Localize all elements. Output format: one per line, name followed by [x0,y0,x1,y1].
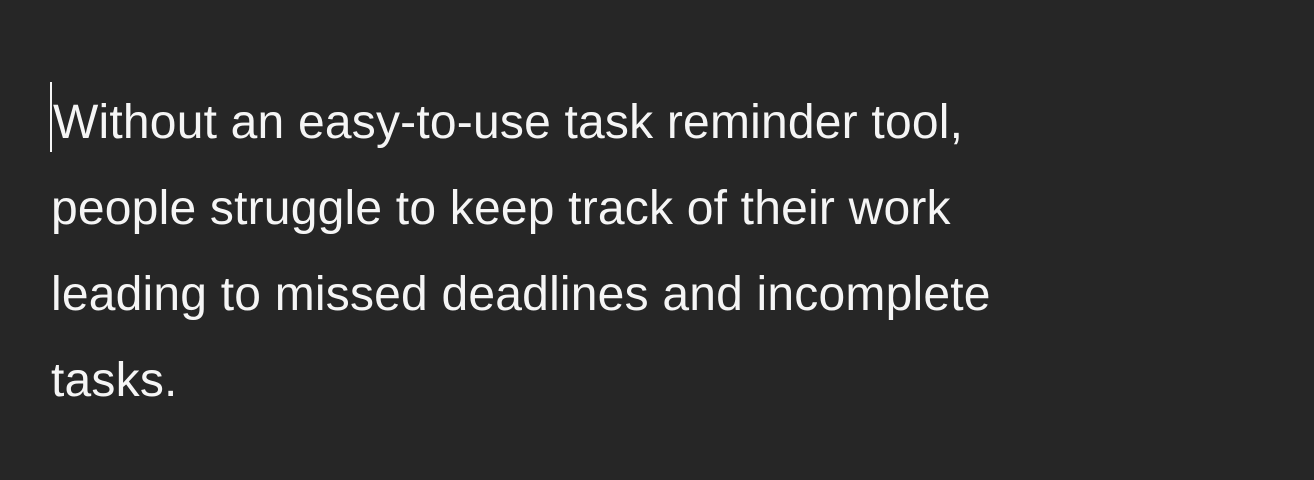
text-line-1-content: Without an easy-to-use task reminder too… [53,96,964,149]
text-line-1: Without an easy-to-use task reminder too… [50,80,1274,166]
document-text[interactable]: Without an easy-to-use task reminder too… [50,80,1274,424]
text-line-2: people struggle to keep track of their w… [51,182,951,235]
text-line-3: leading to missed deadlines and incomple… [51,268,991,321]
text-line-4: tasks. [51,354,178,407]
text-cursor [50,82,52,152]
text-editor[interactable]: Without an easy-to-use task reminder too… [0,0,1314,480]
